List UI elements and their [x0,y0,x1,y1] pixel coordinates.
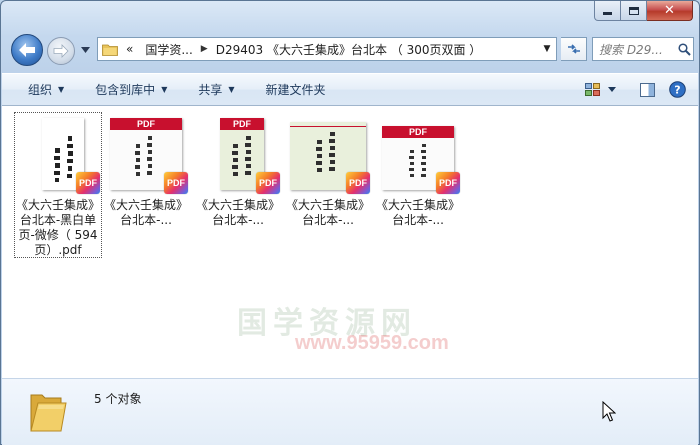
new-folder-label: 新建文件夹 [265,83,326,97]
organize-label: 组织 [28,83,53,97]
refresh-icon [567,44,580,54]
preview-pane-button[interactable] [632,74,662,105]
caret-down-icon: ▼ [161,85,168,94]
file-name: 《大六壬集成》台北本-黑白单页-微修（ 594页）.pdf [15,198,100,257]
command-bar: 组织 ▼ 包含到库中 ▼ 共享 ▼ 新建文件夹 ? [2,73,698,106]
pdf-header-label: PDF [110,118,182,130]
details-pane: 5 个对象 [2,378,698,445]
maximize-button[interactable] [621,1,647,21]
organize-menu[interactable]: 组织 ▼ [2,74,75,105]
caret-down-icon: ▼ [58,85,65,94]
back-button[interactable] [11,34,43,66]
navigation-bar: « 国学资... ▶ D29403 《大六壬集成》台北本 （ 300页双面 ） … [9,34,694,66]
file-thumbnail: PDF PDF [380,114,460,194]
search-icon [675,42,693,56]
view-controls: ? [580,74,698,105]
file-item[interactable]: PDF PDF 《大六壬集成》台北本-... [374,112,462,228]
file-item[interactable]: PDF 《大六壬集成》台北本-黑白单页-微修（ 594页）.pdf [14,112,102,258]
folder-icon [102,44,118,56]
change-view-button[interactable] [580,74,604,105]
caption-buttons: ✕ [594,1,693,21]
pdf-badge-icon: PDF [346,172,370,194]
recent-pages-button[interactable] [79,44,91,56]
arrow-left-icon [19,43,35,57]
search-input[interactable]: 搜索 D29... [592,37,694,61]
file-thumbnail: PDF PDF [108,114,188,194]
file-name: 《大六壬集成》台北本-... [285,198,370,227]
file-thumbnail: PDF PDF [200,114,280,194]
mouse-pointer-icon [602,401,616,422]
include-in-library-label: 包含到库中 [95,83,156,97]
breadcrumb-overflow[interactable]: « [118,42,137,56]
watermark-url: www.95959.com [295,332,449,354]
share-menu[interactable]: 共享 ▼ [178,74,245,105]
help-icon: ? [668,81,686,98]
file-thumbnail: PDF [20,114,100,194]
file-name: 《大六壬集成》台北本-... [103,198,188,227]
file-item[interactable]: PDF 《大六壬集成》台北本-... [284,112,372,228]
breadcrumb-current[interactable]: D29403 《大六壬集成》台北本 （ 300页双面 ） [212,41,486,58]
file-name: 《大六壬集成》台北本-... [375,198,460,227]
svg-text:?: ? [674,84,680,97]
breadcrumb-separator-icon[interactable]: ▶ [197,44,212,54]
caret-down-icon: ▼ [228,85,235,94]
watermark: 国学资源网 www.95959.com [237,298,477,358]
pdf-header-label: PDF [220,118,264,130]
pdf-header-label: PDF [382,126,454,138]
address-dropdown-button[interactable]: ▼ [538,38,556,60]
item-count: 5 个对象 [94,392,142,406]
new-folder-button[interactable]: 新建文件夹 [246,74,337,105]
arrow-right-icon [53,44,69,58]
minimize-button[interactable] [594,1,621,21]
share-label: 共享 [198,83,223,97]
minimize-icon [603,12,612,15]
preview-pane-icon [639,82,655,97]
view-options-button[interactable] [604,74,620,105]
chevron-down-icon [80,47,90,53]
pdf-badge-icon: PDF [76,172,100,194]
explorer-window: ✕ « 国学资... ▶ D29403 《大六壬集成》台北本 （ 300页双面 … [0,0,700,445]
refresh-button[interactable] [561,37,587,61]
pdf-badge-icon: PDF [256,172,280,194]
file-name: 《大六壬集成》台北本-... [195,198,280,227]
file-thumbnail: PDF [290,114,370,194]
include-in-library-menu[interactable]: 包含到库中 ▼ [75,74,178,105]
folder-icon [30,394,67,432]
watermark-text: 国学资源网 [237,306,417,341]
help-button[interactable]: ? [662,74,692,105]
file-item[interactable]: PDF PDF 《大六壬集成》台北本-... [102,112,190,228]
view-grid-icon [584,83,600,96]
chevron-down-icon [608,87,616,92]
breadcrumb-item[interactable]: 国学资... [137,41,196,58]
close-button[interactable]: ✕ [647,1,693,21]
address-bar[interactable]: « 国学资... ▶ D29403 《大六壬集成》台北本 （ 300页双面 ） … [97,37,557,61]
file-list-view[interactable]: PDF 《大六壬集成》台北本-黑白单页-微修（ 594页）.pdf PDF PD… [2,106,698,378]
forward-button[interactable] [47,37,75,65]
file-item[interactable]: PDF PDF 《大六壬集成》台北本-... [194,112,282,228]
search-placeholder: 搜索 D29... [599,42,663,57]
pdf-badge-icon: PDF [436,172,460,194]
pdf-badge-icon: PDF [164,172,188,194]
close-icon: ✕ [664,3,675,18]
maximize-icon [628,6,639,15]
